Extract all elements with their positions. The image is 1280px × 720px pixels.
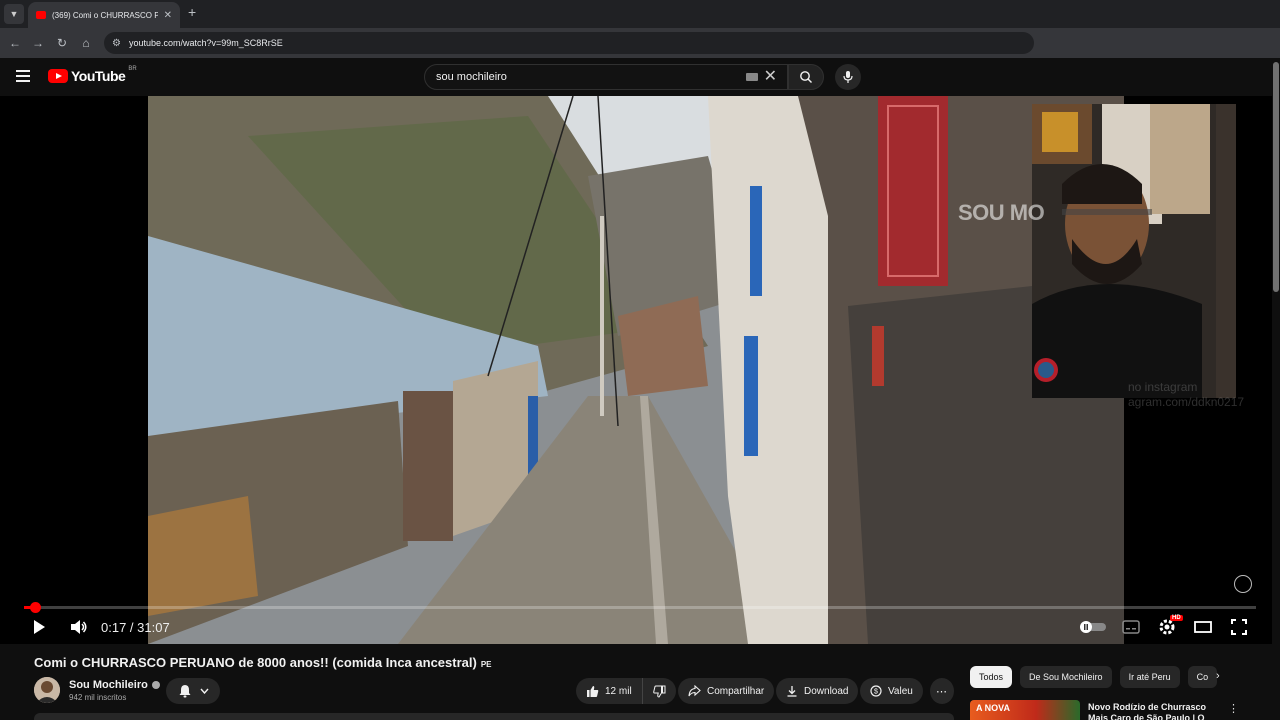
autoplay-toggle-icon xyxy=(1080,621,1106,633)
player-controls: 0:17 / 31:07 HD xyxy=(0,612,1280,644)
clear-search-icon[interactable]: ✕ xyxy=(764,69,777,85)
theater-mode-icon xyxy=(1194,621,1212,633)
forward-arrow-icon[interactable]: → xyxy=(29,34,47,52)
video-player[interactable]: SOU MO xyxy=(0,96,1280,644)
play-button[interactable] xyxy=(28,616,50,638)
browser-tabstrip: ▼ (369) Comi o CHURRASCO PERUANO de 8000… xyxy=(0,0,1280,28)
play-icon xyxy=(34,620,45,634)
scrollbar-thumb[interactable] xyxy=(1273,62,1279,292)
video-frame[interactable] xyxy=(148,96,1124,644)
like-button[interactable]: 12 mil xyxy=(576,678,643,704)
video-title: Comi o CHURRASCO PERUANO de 8000 anos!! … xyxy=(34,655,492,670)
share-label: Compartilhar xyxy=(707,685,765,697)
overlay-line-1: no instagram xyxy=(1128,380,1198,394)
subtitles-icon xyxy=(1122,620,1140,634)
country-flag: PE xyxy=(480,660,492,669)
page-scrollbar[interactable] xyxy=(1272,58,1280,720)
overlay-line-2: agram.com/ddkn0217 xyxy=(1128,395,1245,409)
hd-badge: HD xyxy=(1170,615,1183,621)
more-horizontal-icon: ⋯ xyxy=(936,685,948,698)
download-label: Download xyxy=(804,685,849,697)
youtube-header: YouTube BR ✕ xyxy=(0,58,1280,96)
volume-button[interactable] xyxy=(68,616,90,638)
filter-chip[interactable]: Ir até Peru xyxy=(1119,666,1180,688)
tab-search-button[interactable]: ▼ xyxy=(4,4,24,24)
video-overlay-text: no instagram agram.com/ddkn0217 xyxy=(1128,380,1244,410)
channel-name-text: Sou Mochileiro xyxy=(69,679,148,691)
webcam-overlay xyxy=(1032,104,1236,398)
super-thanks-icon: $ xyxy=(870,685,882,697)
youtube-logo[interactable]: YouTube BR xyxy=(48,66,137,84)
filter-chip[interactable]: Todos xyxy=(970,666,1013,688)
chevron-down-icon xyxy=(199,688,209,694)
site-info-icon[interactable]: ⚙ xyxy=(112,38,121,49)
menu-hamburger-icon[interactable] xyxy=(16,70,30,82)
volume-icon xyxy=(71,620,87,634)
home-icon[interactable]: ⌂ xyxy=(77,34,95,52)
channel-avatar[interactable] xyxy=(34,677,60,703)
thanks-button[interactable]: $ Valeu xyxy=(860,678,923,704)
dislike-button[interactable] xyxy=(643,678,676,704)
autoplay-toggle[interactable] xyxy=(1080,616,1106,638)
microphone-icon xyxy=(843,71,853,83)
video-watermark: SOU MO xyxy=(958,200,1045,225)
verified-check-icon xyxy=(151,681,160,690)
browser-toolbar: ← → ↻ ⌂ ⚙ youtube.com/watch?v=99m_SC8RrS… xyxy=(0,28,1280,58)
recommended-thumbnail-text: A NOVA xyxy=(976,703,1011,713)
share-button[interactable]: Compartilhar xyxy=(678,678,775,704)
video-scene-image xyxy=(148,96,1124,644)
channel-name[interactable]: Sou Mochileiro xyxy=(69,679,160,691)
progress-bar[interactable] xyxy=(24,602,1256,613)
thumbs-up-icon xyxy=(587,685,599,697)
close-tab-icon[interactable]: ✕ xyxy=(164,10,172,21)
search-button[interactable] xyxy=(788,64,824,90)
browser-tab-title: (369) Comi o CHURRASCO PERUANO de 8000 a… xyxy=(52,10,158,20)
back-arrow-icon[interactable]: ← xyxy=(6,34,24,52)
reload-icon[interactable]: ↻ xyxy=(53,34,71,52)
youtube-favicon-icon xyxy=(36,11,46,19)
avatar-image xyxy=(34,677,60,703)
region-code: BR xyxy=(128,66,137,72)
svg-text:$: $ xyxy=(874,689,878,696)
subtitles-button[interactable] xyxy=(1120,616,1142,638)
youtube-wordmark: YouTube xyxy=(71,68,126,84)
time-display: 0:17 / 31:07 xyxy=(101,620,170,635)
webcam-image xyxy=(1032,104,1236,398)
voice-search-button[interactable] xyxy=(835,64,861,90)
fullscreen-icon xyxy=(1231,619,1247,635)
video-title-text: Comi o CHURRASCO PERUANO de 8000 anos!! … xyxy=(34,655,477,670)
search-input[interactable] xyxy=(436,71,746,83)
like-dislike-group: 12 mil xyxy=(576,678,676,704)
thumbs-down-icon xyxy=(652,685,666,698)
fullscreen-button[interactable] xyxy=(1228,616,1250,638)
share-icon xyxy=(688,685,701,697)
bell-icon xyxy=(179,685,190,698)
chevron-right-icon[interactable]: › xyxy=(1216,670,1220,682)
subscriber-count: 942 mil inscritos xyxy=(69,693,127,702)
filter-chip[interactable]: Co xyxy=(1187,666,1218,688)
keyboard-icon[interactable] xyxy=(745,73,758,81)
youtube-play-logo-icon xyxy=(48,69,68,83)
more-actions-button[interactable]: ⋯ xyxy=(930,678,954,704)
download-icon xyxy=(787,686,797,697)
recommended-thumbnail[interactable]: A NOVA xyxy=(970,700,1080,720)
notification-bell-button[interactable] xyxy=(166,678,220,704)
browser-tab-active[interactable]: (369) Comi o CHURRASCO PERUANO de 8000 a… xyxy=(28,2,180,28)
like-count: 12 mil xyxy=(605,685,632,697)
search-field[interactable]: ✕ xyxy=(424,64,788,90)
address-url: youtube.com/watch?v=99m_SC8RrSE xyxy=(128,38,283,48)
thanks-label: Valeu xyxy=(888,685,913,697)
new-tab-button[interactable]: + xyxy=(188,4,196,20)
download-button[interactable]: Download xyxy=(776,678,859,704)
globe-icon[interactable] xyxy=(1234,575,1252,593)
search-icon xyxy=(800,71,812,83)
description-box[interactable] xyxy=(34,713,954,720)
more-vertical-icon[interactable]: ⋮ xyxy=(1228,702,1239,715)
filter-chips: Todos De Sou Mochileiro Ir até Peru Co xyxy=(970,666,1220,688)
filter-chip[interactable]: De Sou Mochileiro xyxy=(1020,666,1112,688)
theater-mode-button[interactable] xyxy=(1192,616,1214,638)
recommended-title[interactable]: Novo Rodízio de Churrasco Mais Caro de S… xyxy=(1088,702,1218,720)
address-bar[interactable]: ⚙ youtube.com/watch?v=99m_SC8RrSE xyxy=(104,32,1034,54)
